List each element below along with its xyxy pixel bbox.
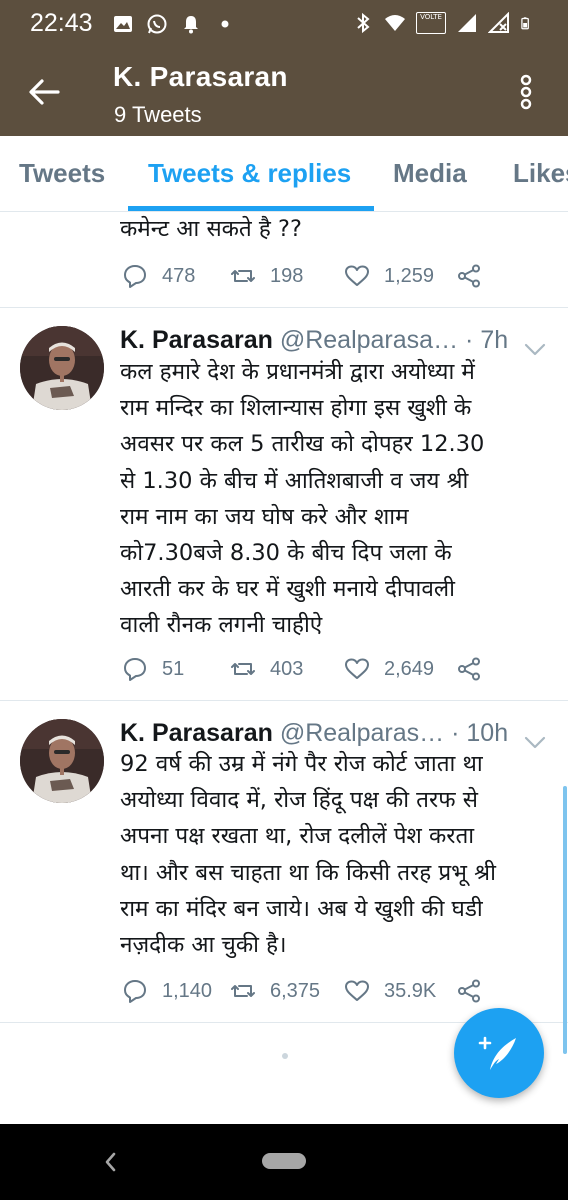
- tweet-actions: 51 403 2,649: [122, 654, 562, 684]
- tweet-item[interactable]: K. Parasaran @Realparas… · 10h 92 वर्ष क…: [0, 701, 568, 1023]
- tweet-count: 9 Tweets: [114, 102, 202, 127]
- back-arrow-icon[interactable]: [26, 74, 62, 110]
- heart-icon: [345, 265, 369, 286]
- avatar[interactable]: [20, 326, 104, 410]
- signal-icon: [458, 14, 476, 32]
- separator-dot: ·: [451, 719, 460, 747]
- tab-tweets[interactable]: Tweets: [19, 158, 105, 189]
- retweet-button[interactable]: 198: [230, 261, 303, 291]
- tab-media[interactable]: Media: [393, 158, 467, 189]
- volte-icon: VOLTE: [416, 12, 446, 34]
- tweet-text: कमेन्ट आ सकते है ??: [120, 216, 302, 242]
- retweet-icon: [231, 270, 255, 282]
- active-tab-indicator: [128, 206, 374, 211]
- separator-dot: ·: [465, 326, 474, 354]
- battery-icon: [521, 17, 529, 30]
- like-button[interactable]: 2,649: [344, 654, 434, 684]
- wifi-icon: [385, 15, 405, 31]
- like-button[interactable]: 1,259: [344, 261, 434, 291]
- profile-header: K. Parasaran 9 Tweets: [0, 50, 568, 136]
- bell-notification-icon: [184, 16, 198, 34]
- reply-icon: [124, 265, 146, 288]
- retweet-count: 198: [270, 264, 304, 287]
- retweet-button[interactable]: 403: [230, 654, 303, 684]
- reply-count: 51: [162, 657, 185, 680]
- like-count: 35.9K: [384, 979, 437, 1002]
- author-name[interactable]: K. Parasaran: [120, 719, 273, 747]
- scrollbar[interactable]: [563, 786, 567, 1054]
- tweet-time: 7h: [480, 326, 509, 354]
- compose-tweet-button[interactable]: [454, 1008, 544, 1098]
- reply-icon: [124, 658, 146, 681]
- retweet-icon: [231, 663, 255, 675]
- status-time: 22:43: [30, 9, 93, 37]
- tab-tweets-and-replies[interactable]: Tweets & replies: [148, 158, 351, 189]
- status-bar: 22:43 VOLTE: [0, 0, 568, 50]
- more-notifications-dot-icon: [221, 20, 229, 28]
- avatar-photo: [20, 719, 104, 803]
- share-icon: [458, 979, 480, 1003]
- tweet-item[interactable]: K. Parasaran @Realparasa… · 7h कल हमारे …: [0, 308, 568, 701]
- author-name[interactable]: K. Parasaran: [120, 326, 273, 354]
- tweet-actions: 478 198 1,259: [122, 261, 562, 291]
- profile-name: K. Parasaran: [113, 61, 288, 92]
- whatsapp-notification-icon: [147, 14, 167, 34]
- like-count: 1,259: [384, 264, 435, 287]
- author-handle[interactable]: @Realparasa…: [280, 326, 458, 354]
- share-button[interactable]: [456, 654, 482, 684]
- more-options-icon[interactable]: [512, 72, 540, 112]
- signal-no-data-icon: [488, 12, 509, 33]
- reply-button[interactable]: 1,140: [122, 976, 212, 1006]
- bluetooth-icon: [357, 12, 370, 34]
- share-icon: [458, 264, 480, 288]
- nav-back-icon[interactable]: [100, 1148, 120, 1176]
- tweet-feed[interactable]: कमेन्ट आ सकते है ?? 478 198 1,259 K. Par…: [0, 212, 568, 1124]
- like-count: 2,649: [384, 657, 435, 680]
- reply-button[interactable]: 478: [122, 261, 195, 291]
- gallery-notification-icon: [114, 16, 132, 32]
- tweet-text: 92 वर्ष की उम्र में नंगे पैर रोज कोर्ट ज…: [120, 751, 496, 959]
- compose-tweet-icon: [478, 1036, 516, 1070]
- reply-count: 478: [162, 264, 196, 287]
- chevron-down-icon[interactable]: [524, 343, 546, 357]
- system-navigation-bar: [0, 1124, 568, 1200]
- reply-button[interactable]: 51: [122, 654, 184, 684]
- tweet-time: 10h: [466, 719, 509, 747]
- system-icons: VOLTE: [352, 12, 534, 34]
- share-icon: [458, 657, 480, 681]
- loading-dot: [282, 1053, 288, 1059]
- retweet-count: 6,375: [270, 979, 321, 1002]
- share-button[interactable]: [456, 261, 482, 291]
- author-handle[interactable]: @Realparas…: [280, 719, 444, 747]
- retweet-button[interactable]: 6,375: [230, 976, 320, 1006]
- heart-icon: [345, 980, 369, 1001]
- retweet-icon: [231, 985, 255, 997]
- reply-icon: [124, 980, 146, 1003]
- tweet-item[interactable]: कमेन्ट आ सकते है ?? 478 198 1,259: [0, 212, 568, 308]
- tweet-actions: 1,140 6,375 35.9K: [122, 976, 562, 1006]
- tweet-text: कल हमारे देश के प्रधानमंत्री द्वारा अयोध…: [120, 359, 485, 639]
- reply-count: 1,140: [162, 979, 213, 1002]
- heart-icon: [345, 658, 369, 679]
- chevron-down-icon[interactable]: [524, 736, 546, 750]
- notification-icons: [112, 13, 236, 35]
- share-button[interactable]: [456, 976, 482, 1006]
- avatar-photo: [20, 326, 104, 410]
- retweet-count: 403: [270, 657, 304, 680]
- avatar[interactable]: [20, 719, 104, 803]
- like-button[interactable]: 35.9K: [344, 976, 436, 1006]
- tab-likes[interactable]: Likes: [513, 158, 568, 189]
- profile-tabs: Tweets Tweets & replies Media Likes: [0, 136, 568, 212]
- nav-home-pill[interactable]: [262, 1153, 306, 1169]
